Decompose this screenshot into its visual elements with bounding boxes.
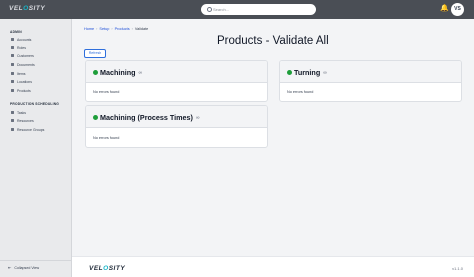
link-icon[interactable]: ∞ — [196, 115, 200, 121]
sidebar-item-items[interactable]: Items — [11, 71, 26, 76]
sidebar-item-products[interactable]: Products — [11, 88, 31, 93]
footer: VELOSITY v1.1.0 — [72, 256, 474, 277]
card-message: No errors found — [93, 90, 120, 94]
search-icon — [207, 7, 212, 12]
sidebar: ADMIN Accounts Roles Customers Documents… — [0, 19, 72, 277]
sidebar-item-tasks[interactable]: Tasks — [11, 110, 26, 115]
sidebar-divider — [0, 260, 71, 261]
bell-icon[interactable]: 🔔 — [440, 5, 449, 12]
validation-card-machining-process-times: Machining (Process Times) ∞ No errors fou… — [85, 105, 268, 148]
status-ok-icon — [287, 70, 292, 75]
sidebar-section-admin: ADMIN — [10, 30, 22, 34]
card-message: No errors found — [93, 136, 120, 140]
footer-logo: VELOSITY — [89, 265, 126, 272]
sidebar-section-production: PRODUCTION SCHEDULING — [10, 102, 60, 106]
breadcrumb-home[interactable]: Home — [84, 27, 94, 31]
resources-icon — [11, 119, 14, 122]
card-message: No errors found — [287, 90, 314, 94]
breadcrumb-current: Validate — [134, 27, 149, 31]
version-label: v1.1.0 — [452, 266, 463, 271]
collapse-arrow-icon: ⇤ — [8, 265, 12, 270]
search-input[interactable] — [213, 5, 313, 14]
top-bar: VELOSITY 🔔 VS — [0, 0, 474, 19]
page-title: Products - Validate All — [217, 35, 329, 47]
card-title: Machining ∞ — [93, 68, 142, 77]
products-icon — [11, 89, 14, 92]
roles-icon — [11, 46, 14, 49]
sidebar-item-resource-groups[interactable]: Resource Groups — [11, 127, 44, 132]
sidebar-item-resources[interactable]: Resources — [11, 118, 34, 123]
link-icon[interactable]: ∞ — [323, 70, 327, 76]
refresh-button[interactable]: Refresh — [84, 49, 106, 58]
sidebar-item-documents[interactable]: Documents — [11, 62, 35, 67]
status-ok-icon — [93, 115, 98, 120]
validation-card-machining: Machining ∞ No errors found — [85, 60, 268, 102]
card-header: Machining ∞ — [86, 61, 267, 83]
card-title: Turning ∞ — [287, 68, 327, 77]
avatar[interactable]: VS — [451, 3, 464, 16]
breadcrumb-separator: › — [111, 27, 113, 31]
breadcrumb-setup[interactable]: Setup — [99, 27, 109, 31]
validation-card-turning: Turning ∞ No errors found — [279, 60, 462, 102]
documents-icon — [11, 63, 14, 66]
sidebar-item-locations[interactable]: Locations — [11, 79, 32, 84]
tasks-icon — [11, 111, 14, 114]
customers-icon — [11, 54, 14, 57]
breadcrumb: Home › Setup › Products › Validate — [84, 27, 148, 31]
breadcrumb-separator: › — [131, 27, 133, 31]
sidebar-item-roles[interactable]: Roles — [11, 45, 26, 50]
search-box[interactable] — [201, 4, 316, 15]
breadcrumb-separator: › — [96, 27, 98, 31]
items-icon — [11, 72, 14, 75]
collapse-view-button[interactable]: ⇤ Collapsed View — [8, 265, 39, 270]
breadcrumb-products[interactable]: Products — [115, 27, 130, 31]
link-icon[interactable]: ∞ — [139, 70, 143, 76]
card-header: Machining (Process Times) ∞ — [86, 106, 267, 128]
app-logo[interactable]: VELOSITY — [9, 5, 45, 12]
accounts-icon — [11, 38, 14, 41]
card-header: Turning ∞ — [280, 61, 461, 83]
card-title: Machining (Process Times) ∞ — [93, 113, 200, 122]
sidebar-item-customers[interactable]: Customers — [11, 53, 34, 58]
resource-groups-icon — [11, 128, 14, 131]
sidebar-item-accounts[interactable]: Accounts — [11, 37, 31, 42]
locations-icon — [11, 80, 14, 83]
status-ok-icon — [93, 70, 98, 75]
